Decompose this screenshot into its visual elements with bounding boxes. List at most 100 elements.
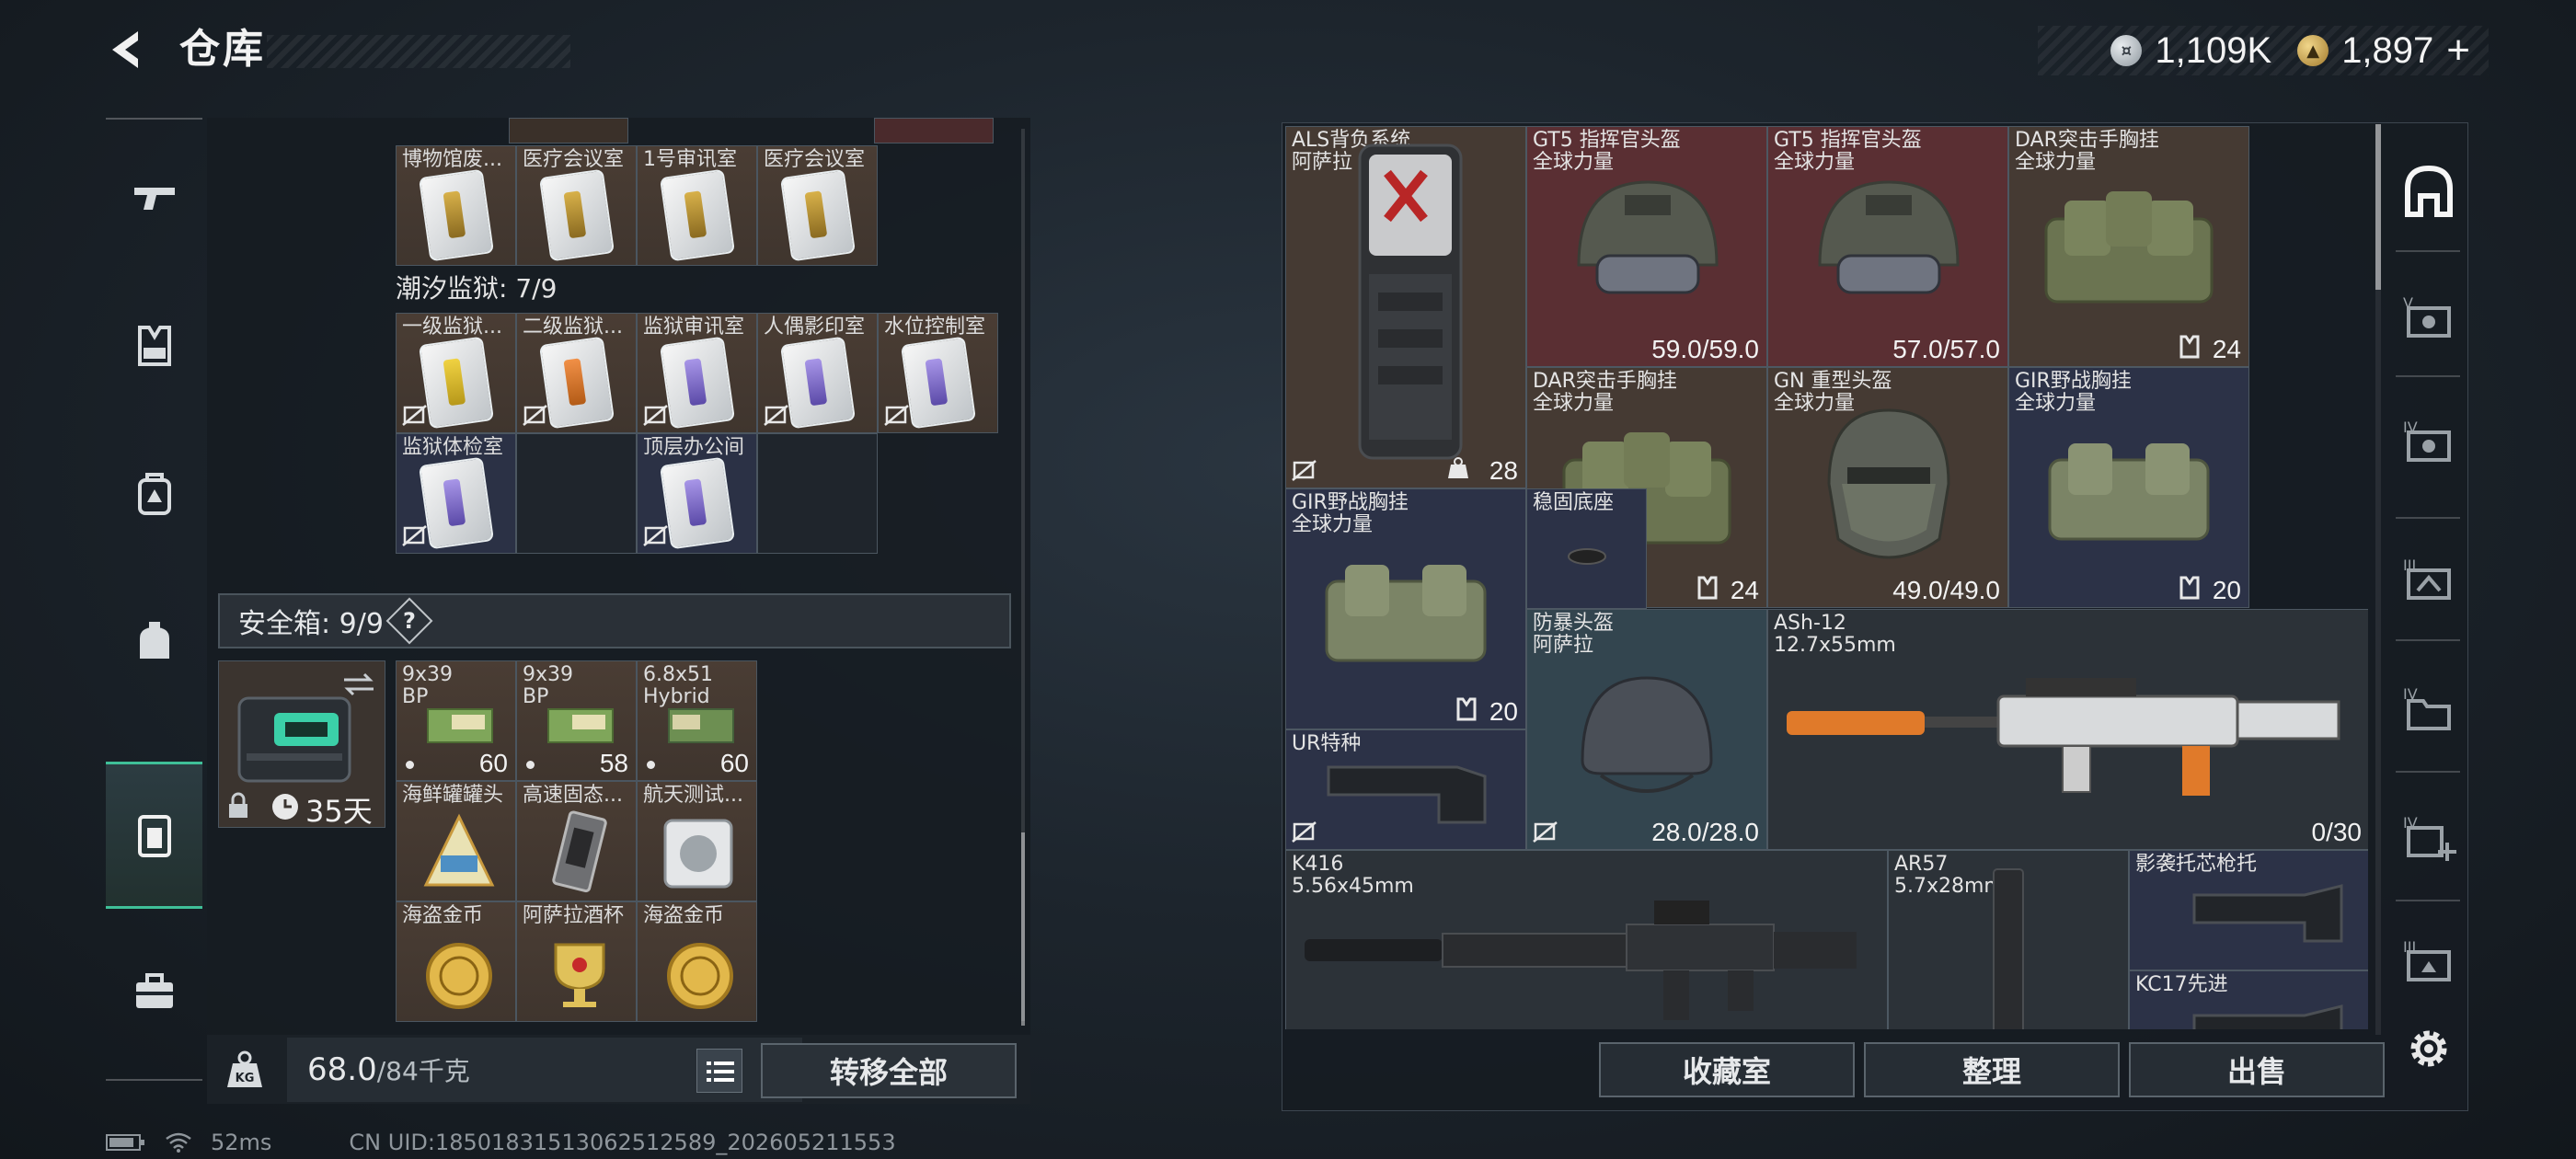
nav-backpack[interactable] bbox=[106, 419, 202, 567]
storage-item-ur-stock[interactable]: UR特种 bbox=[1285, 729, 1526, 850]
safebox-days-left: 35天 bbox=[305, 794, 373, 829]
storage-item-dar-chest-rig[interactable]: DAR突击手胸挂 全球力量 24 bbox=[2008, 126, 2249, 367]
gold-coin-image bbox=[667, 943, 733, 1009]
status-bar: 52ms CN UID:18501831513062512589_2026052… bbox=[106, 1127, 896, 1158]
loot-item[interactable]: 航天测试... bbox=[637, 781, 757, 901]
item-name: 海盗金币 bbox=[643, 904, 725, 927]
storage-item-stable-base[interactable]: 稳固底座 bbox=[1526, 488, 1647, 609]
list-view-button[interactable] bbox=[696, 1049, 742, 1093]
item-name: ASh-12 bbox=[1774, 612, 1846, 635]
safebox-case-slot[interactable]: 35天 bbox=[218, 660, 385, 829]
weight-icon: KG bbox=[227, 1050, 262, 1087]
storage-item-gn-heavy-helmet[interactable]: GN 重型头盔 全球力量 49.0/49.0 bbox=[1767, 367, 2008, 608]
key-card-item[interactable]: 水位控制室 bbox=[878, 313, 998, 433]
storage-item-kc17[interactable]: KC17先进 bbox=[2129, 970, 2368, 1029]
collection-room-button[interactable]: 收藏室 bbox=[1599, 1042, 1855, 1097]
nav-v-case[interactable]: V bbox=[2383, 262, 2475, 373]
settings-button[interactable] bbox=[2401, 1021, 2456, 1076]
key-card-item[interactable]: 一级监狱... bbox=[396, 313, 516, 433]
item-subname: 全球力量 bbox=[2015, 392, 2097, 415]
key-card-item[interactable]: 人偶影印室 bbox=[757, 313, 878, 433]
ammo-item[interactable]: 9x39 BP 58 bbox=[516, 660, 637, 781]
chest-rig-small-icon bbox=[2179, 576, 2200, 600]
ammo-item[interactable]: 9x39 BP 60 bbox=[396, 660, 516, 781]
back-button[interactable] bbox=[101, 22, 156, 77]
weight-current: 68.0 bbox=[307, 1051, 377, 1088]
key-card-item[interactable]: 二级监狱... bbox=[516, 313, 637, 433]
iv-add-icon: IV bbox=[2403, 814, 2456, 861]
storage-scrollbar-thumb[interactable] bbox=[2375, 124, 2381, 290]
chest-rig-small-icon bbox=[1456, 697, 1477, 721]
storage-item-k416-rifle[interactable]: K416 5.56x45mm bbox=[1285, 850, 1888, 1029]
helmet-image bbox=[1581, 676, 1713, 793]
loot-item[interactable]: 海盗金币 bbox=[396, 901, 516, 1022]
user-uid: CN UID:18501831513062512589_202605211553 bbox=[349, 1130, 896, 1155]
stock-image bbox=[1327, 765, 1487, 824]
backpack-icon bbox=[137, 473, 171, 515]
storage-item-gir-chest-rig[interactable]: GIR野战胸挂 全球力量 20 bbox=[1285, 488, 1526, 729]
loot-item[interactable]: 海盗金币 bbox=[637, 901, 757, 1022]
key-card-item[interactable]: 医疗会议室 bbox=[757, 145, 878, 266]
nav-iv-folder[interactable]: IV bbox=[2383, 653, 2475, 763]
lock-icon bbox=[229, 792, 247, 818]
storage-item-gt5-helmet[interactable]: GT5 指挥官头盔 全球力量 57.0/57.0 bbox=[1767, 126, 2008, 367]
ammo-item[interactable]: 6.8x51 Hybrid 60 bbox=[637, 660, 757, 781]
add-currency-button[interactable]: + bbox=[2446, 28, 2470, 74]
ammo-box-image bbox=[547, 708, 614, 743]
storage-item-shadow-stock[interactable]: 影袭托芯枪托 bbox=[2129, 850, 2368, 970]
nav-home[interactable] bbox=[2383, 136, 2475, 247]
gold-coin-image bbox=[426, 943, 492, 1009]
item-name: 博物馆废... bbox=[402, 148, 502, 171]
test-disc-image bbox=[663, 819, 733, 889]
item-name: 影袭托芯枪托 bbox=[2135, 853, 2258, 876]
key-card-item[interactable]: 博物馆废... bbox=[396, 145, 516, 266]
storage-item-riot-helmet[interactable]: 防暴头盔 阿萨拉 28.0/28.0 bbox=[1526, 609, 1767, 850]
left-scrollbar-thumb[interactable] bbox=[1021, 832, 1025, 1026]
sort-button[interactable]: 整理 bbox=[1864, 1042, 2120, 1097]
key-card-image bbox=[418, 336, 494, 430]
nav-weapon[interactable] bbox=[106, 125, 202, 272]
help-button[interactable]: ? bbox=[385, 597, 433, 645]
key-card-item[interactable]: 顶层办公间 bbox=[637, 433, 757, 554]
key-card-item[interactable]: 医疗会议室 bbox=[516, 145, 637, 266]
dot-icon bbox=[406, 761, 414, 769]
base-mount-image bbox=[1568, 548, 1606, 565]
helmet-image bbox=[1818, 180, 1960, 294]
list-icon bbox=[707, 1061, 734, 1082]
loot-item[interactable]: 海鲜罐罐头 bbox=[396, 781, 516, 901]
seafood-can-image bbox=[423, 813, 495, 887]
nav-pouch[interactable] bbox=[106, 567, 202, 714]
item-durability: 28.0/28.0 bbox=[1651, 818, 1759, 846]
safebox-header: 安全箱: 9/9 ? bbox=[218, 593, 1011, 648]
item-capacity: 20 bbox=[2212, 576, 2241, 604]
key-card-item[interactable]: 监狱体检室 bbox=[396, 433, 516, 554]
key-card-item[interactable]: 监狱审讯室 bbox=[637, 313, 757, 433]
swap-icon[interactable] bbox=[340, 671, 377, 698]
empty-slot[interactable] bbox=[516, 433, 637, 554]
transfer-all-button[interactable]: 转移全部 bbox=[761, 1043, 1017, 1098]
key-card-image bbox=[418, 456, 494, 550]
storage-item-gt5-helmet[interactable]: GT5 指挥官头盔 全球力量 59.0/59.0 bbox=[1526, 126, 1767, 367]
sell-button[interactable]: 出售 bbox=[2129, 1042, 2385, 1097]
nav-toolbox[interactable] bbox=[106, 918, 202, 1065]
loot-item[interactable]: 高速固态... bbox=[516, 781, 637, 901]
iii-storage-icon: III bbox=[2403, 938, 2451, 981]
nav-iii-case[interactable]: III bbox=[2383, 524, 2475, 635]
wifi-icon bbox=[166, 1132, 191, 1153]
key-card-image bbox=[538, 168, 615, 262]
nav-chest-rig[interactable] bbox=[106, 272, 202, 419]
storage-item-ar57-rifle[interactable]: AR57 5.7x28mm bbox=[1888, 850, 2129, 1029]
pouch-icon bbox=[139, 622, 169, 659]
storage-item-ash12-rifle[interactable]: ASh-12 12.7x55mm 0/30 bbox=[1767, 609, 2368, 850]
empty-slot[interactable] bbox=[757, 433, 878, 554]
nav-safe-case[interactable] bbox=[106, 762, 202, 909]
loot-item[interactable]: 阿萨拉酒杯 bbox=[516, 901, 637, 1022]
storage-item-gir-chest-rig[interactable]: GIR野战胸挂 全球力量 20 bbox=[2008, 367, 2249, 608]
storage-item-als-backpack[interactable]: ALS背负系统 阿萨拉 28 bbox=[1285, 126, 1526, 488]
nav-iv-case[interactable]: IV bbox=[2383, 386, 2475, 497]
key-card-image bbox=[900, 336, 976, 430]
nav-iii-storage[interactable]: III bbox=[2383, 906, 2475, 1016]
key-card-item[interactable]: 1号审讯室 bbox=[637, 145, 757, 266]
item-name: 防暴头盔 bbox=[1533, 612, 1615, 635]
nav-iv-add[interactable]: IV bbox=[2383, 782, 2475, 892]
